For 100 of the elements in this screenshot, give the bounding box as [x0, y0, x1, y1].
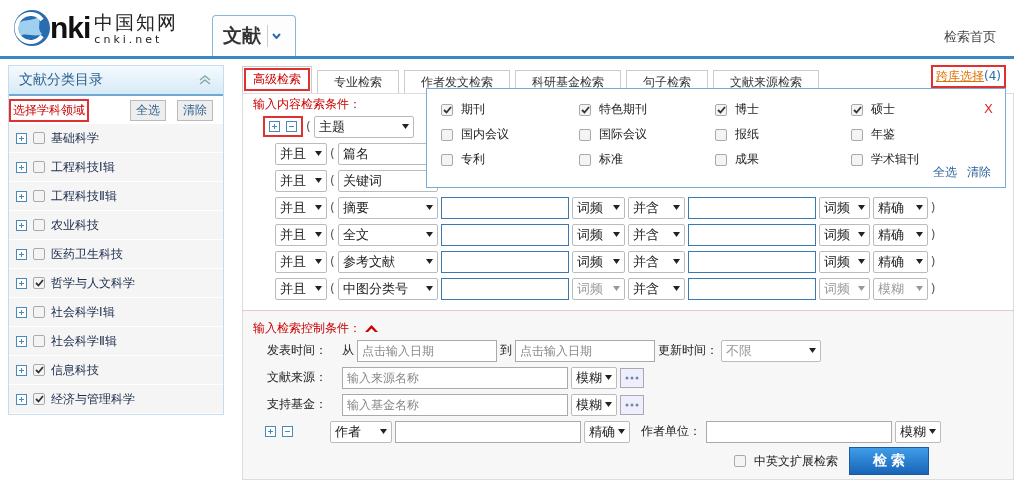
expand-icon[interactable]: [16, 277, 27, 289]
checkbox[interactable]: [715, 103, 727, 116]
checkbox[interactable]: [33, 161, 45, 173]
expand-icon[interactable]: [16, 161, 27, 173]
category-label[interactable]: 工程科技Ⅱ辑: [51, 187, 117, 205]
checkbox[interactable]: [579, 128, 591, 141]
match-dropdown[interactable]: 模糊: [571, 393, 617, 416]
option-label[interactable]: 年鉴: [871, 126, 895, 143]
search-button[interactable]: 检 索: [849, 447, 929, 475]
keyword-input[interactable]: [440, 196, 569, 219]
match-dropdown[interactable]: 精确: [872, 196, 928, 219]
author-field-dropdown[interactable]: 作者: [330, 420, 392, 443]
checkbox[interactable]: [851, 128, 863, 141]
checkbox[interactable]: [33, 306, 45, 318]
collapse-icon[interactable]: [282, 426, 293, 437]
field-dropdown[interactable]: 关键词: [337, 169, 438, 192]
frequency-dropdown[interactable]: 词频: [571, 223, 625, 246]
close-button[interactable]: X: [984, 101, 993, 116]
logic-dropdown[interactable]: 并且: [275, 142, 327, 165]
keyword-input[interactable]: [440, 277, 569, 300]
category-label[interactable]: 经济与管理科学: [51, 390, 135, 408]
category-label[interactable]: 信息科技: [51, 361, 99, 379]
option-label[interactable]: 期刊: [461, 101, 485, 118]
more-button[interactable]: [620, 367, 644, 388]
select-all-link[interactable]: 全选: [933, 164, 957, 181]
field-dropdown[interactable]: 中图分类号: [337, 277, 438, 300]
checkbox[interactable]: [33, 219, 45, 231]
expand-icon[interactable]: [16, 364, 27, 376]
option-label[interactable]: 博士: [735, 101, 759, 118]
checkbox[interactable]: [851, 153, 863, 166]
checkbox-label[interactable]: 中英文扩展检索: [754, 452, 838, 470]
frequency-dropdown[interactable]: 词频: [818, 223, 870, 246]
frequency-dropdown[interactable]: 词频: [818, 250, 870, 273]
logic-dropdown[interactable]: 并且: [275, 223, 327, 246]
category-label[interactable]: 社会科学Ⅰ辑: [51, 303, 115, 321]
frequency-dropdown[interactable]: 词频: [571, 250, 625, 273]
keyword-input[interactable]: [687, 250, 816, 273]
logic-dropdown[interactable]: 并且: [275, 169, 327, 192]
field-dropdown[interactable]: 全文: [337, 223, 438, 246]
logic-dropdown[interactable]: 并且: [275, 196, 327, 219]
checkbox[interactable]: [33, 335, 45, 347]
product-dropdown[interactable]: 文献: [212, 15, 297, 56]
match-dropdown[interactable]: 精确: [872, 223, 928, 246]
cross-db-link[interactable]: 跨库选择(4): [931, 65, 1006, 88]
category-label[interactable]: 医药卫生科技: [51, 245, 123, 263]
checkbox[interactable]: [715, 128, 727, 141]
frequency-dropdown[interactable]: 词频: [571, 196, 625, 219]
category-label[interactable]: 工程科技Ⅰ辑: [51, 158, 115, 176]
checkbox[interactable]: [441, 153, 453, 166]
field-dropdown[interactable]: 主题: [313, 115, 414, 138]
expand-icon[interactable]: [16, 335, 27, 347]
checkbox[interactable]: [441, 103, 453, 116]
home-link[interactable]: 检索首页: [944, 28, 996, 46]
option-label[interactable]: 标准: [599, 151, 623, 168]
category-label[interactable]: 哲学与人文科学: [51, 274, 135, 292]
date-input[interactable]: 点击输入日期: [357, 339, 497, 362]
match-dropdown[interactable]: 精确: [584, 420, 630, 443]
match-dropdown[interactable]: 模糊: [571, 366, 617, 389]
frequency-dropdown[interactable]: 词频: [818, 196, 870, 219]
tab[interactable]: 专业检索: [317, 70, 399, 93]
checkbox[interactable]: [715, 153, 727, 166]
collapse-icon[interactable]: [286, 121, 297, 132]
checkbox[interactable]: [851, 103, 863, 116]
keyword-input[interactable]: [440, 250, 569, 273]
expand-icon[interactable]: [16, 306, 27, 318]
expand-icon[interactable]: [16, 132, 27, 144]
checkbox[interactable]: [579, 153, 591, 166]
option-label[interactable]: 特色期刊: [599, 101, 647, 118]
field-dropdown[interactable]: 参考文献: [337, 250, 438, 273]
fund-input[interactable]: 输入基金名称: [342, 393, 568, 416]
checkbox[interactable]: [33, 393, 45, 405]
operator-dropdown[interactable]: 并含: [627, 223, 685, 246]
checkbox[interactable]: [441, 128, 453, 141]
keyword-input[interactable]: [687, 277, 816, 300]
collapse-up-icon[interactable]: [365, 324, 378, 332]
checkbox[interactable]: [33, 190, 45, 202]
category-label[interactable]: 社会科学Ⅱ辑: [51, 332, 117, 350]
checkbox[interactable]: [33, 364, 45, 376]
keyword-input[interactable]: [687, 196, 816, 219]
expand-icon[interactable]: [265, 426, 276, 437]
expand-icon[interactable]: [16, 219, 27, 231]
logic-dropdown[interactable]: 并且: [275, 250, 327, 273]
author-input[interactable]: [395, 420, 581, 443]
expand-icon[interactable]: [269, 121, 280, 132]
checkbox[interactable]: [579, 103, 591, 116]
operator-dropdown[interactable]: 并含: [627, 277, 685, 300]
organization-input[interactable]: [706, 420, 892, 443]
option-label[interactable]: 硕士: [871, 101, 895, 118]
more-button[interactable]: [620, 394, 644, 415]
keyword-input[interactable]: [440, 223, 569, 246]
checkbox[interactable]: [33, 132, 45, 144]
option-label[interactable]: 成果: [735, 151, 759, 168]
date-input[interactable]: 点击输入日期: [515, 339, 655, 362]
option-label[interactable]: 国内会议: [461, 126, 509, 143]
tab[interactable]: 高级检索: [242, 66, 312, 93]
keyword-input[interactable]: [687, 223, 816, 246]
match-dropdown[interactable]: 模糊: [895, 420, 941, 443]
sidebar-button[interactable]: 全选: [130, 99, 166, 121]
category-label[interactable]: 基础科学: [51, 129, 99, 147]
option-label[interactable]: 学术辑刊: [871, 151, 919, 168]
